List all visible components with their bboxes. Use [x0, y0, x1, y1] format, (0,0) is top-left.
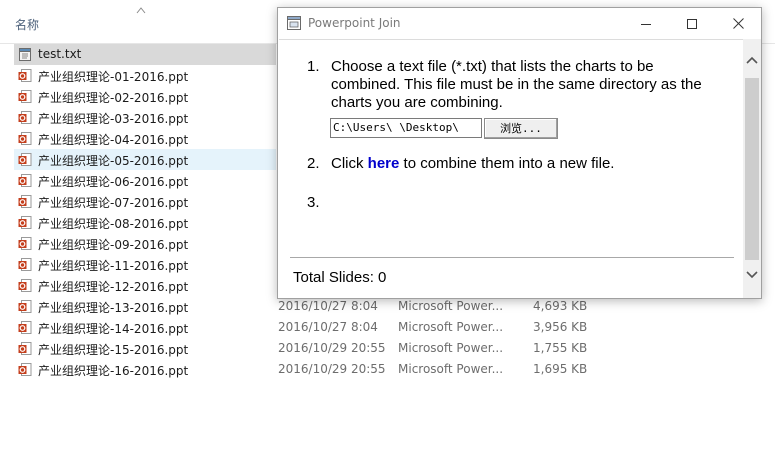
powerpoint-file-icon [18, 174, 32, 187]
dialog-content: 1. Choose a text file (*.txt) that lists… [279, 39, 743, 298]
file-row[interactable]: 产业组织理论-01-2016.ppt [14, 65, 276, 86]
file-type: Microsoft Power... [398, 299, 504, 313]
chevron-down-icon [746, 271, 758, 279]
scroll-thumb[interactable] [745, 78, 759, 260]
minimize-button[interactable] [623, 8, 669, 39]
file-size: 4,693 KB [533, 299, 588, 313]
file-path-input[interactable]: C:\Users\ \Desktop\ [330, 118, 482, 138]
file-row[interactable]: 产业组织理论-15-2016.ppt [14, 338, 276, 359]
powerpoint-file-icon [18, 237, 32, 250]
file-row[interactable]: 产业组织理论-14-2016.ppt [14, 317, 276, 338]
combine-here-link[interactable]: here [368, 155, 400, 172]
file-name: 产业组织理论-09-2016.ppt [38, 238, 189, 252]
maximize-icon [687, 18, 697, 29]
file-name: 产业组织理论-07-2016.ppt [38, 196, 189, 210]
close-icon [732, 18, 744, 29]
file-row[interactable]: 产业组织理论-11-2016.ppt [14, 254, 276, 275]
chevron-up-icon [746, 56, 758, 64]
file-name: 产业组织理论-04-2016.ppt [38, 133, 189, 147]
step-1-text: Choose a text file (*.txt) that lists th… [331, 58, 702, 112]
file-name: 产业组织理论-01-2016.ppt [38, 70, 189, 84]
file-row[interactable]: 产业组织理论-06-2016.ppt [14, 170, 276, 191]
scroll-down-button[interactable] [743, 266, 761, 284]
step-1-line-3: charts you are combining. [331, 94, 503, 111]
file-row[interactable]: 产业组织理论-13-2016.ppt [14, 296, 276, 317]
step-1-line-2: combined. This file must be in the same … [331, 76, 702, 93]
powerpoint-file-icon [18, 132, 32, 145]
powerpoint-file-icon [18, 321, 32, 334]
file-row[interactable]: 产业组织理论-07-2016.ppt [14, 191, 276, 212]
powerpoint-file-icon [18, 342, 32, 355]
powerpoint-file-icon [18, 111, 32, 124]
file-row[interactable]: 产业组织理论-12-2016.ppt [14, 275, 276, 296]
powerpoint-file-icon [18, 258, 32, 271]
minimize-icon [641, 23, 651, 25]
file-type: Microsoft Power... [398, 362, 504, 376]
step-2-text: Click here to combine them into a new fi… [331, 155, 614, 173]
powerpoint-file-icon [18, 195, 32, 208]
title-bar[interactable]: Powerpoint Join [278, 8, 761, 39]
close-button[interactable] [715, 8, 761, 39]
file-name: 产业组织理论-08-2016.ppt [38, 217, 189, 231]
powerpoint-file-icon [18, 279, 32, 292]
powerpoint-file-icon [18, 300, 32, 313]
file-name: 产业组织理论-05-2016.ppt [38, 154, 189, 168]
powerpoint-file-icon [18, 363, 32, 376]
powerpoint-file-icon [18, 153, 32, 166]
vertical-scrollbar[interactable] [743, 39, 761, 298]
step-2-number: 2. [307, 155, 320, 172]
file-date: 2016/10/29 20:55 [278, 362, 386, 376]
content-divider [290, 257, 734, 258]
file-size: 1,755 KB [533, 341, 588, 355]
file-date: 2016/10/29 20:55 [278, 341, 386, 355]
file-size: 3,956 KB [533, 320, 588, 334]
file-row[interactable]: 产业组织理论-04-2016.ppt [14, 128, 276, 149]
powerpoint-file-icon [18, 90, 32, 103]
file-name: 产业组织理论-13-2016.ppt [38, 301, 189, 315]
step-2-suffix: to combine them into a new file. [399, 155, 615, 172]
file-row[interactable]: 产业组织理论-02-2016.ppt [14, 86, 276, 107]
file-name: 产业组织理论-06-2016.ppt [38, 175, 189, 189]
file-row[interactable]: test.txt [14, 44, 276, 65]
step-1-line-1: Choose a text file (*.txt) that lists th… [331, 58, 654, 75]
file-type: Microsoft Power... [398, 320, 504, 334]
file-type: Microsoft Power... [398, 341, 504, 355]
file-name: 产业组织理论-12-2016.ppt [38, 280, 189, 294]
step-1-number: 1. [307, 58, 320, 75]
step-2-prefix: Click [331, 155, 368, 172]
sort-ascending-icon [136, 7, 146, 14]
powerpoint-join-dialog: Powerpoint Join 1. Choose a text file (*… [277, 7, 762, 299]
file-name: 产业组织理论-16-2016.ppt [38, 364, 189, 378]
file-name: 产业组织理论-14-2016.ppt [38, 322, 189, 336]
file-date: 2016/10/27 8:04 [278, 299, 378, 313]
file-name: 产业组织理论-03-2016.ppt [38, 112, 189, 126]
powerpoint-file-icon [18, 216, 32, 229]
window-title: Powerpoint Join [308, 16, 401, 30]
file-name: 产业组织理论-02-2016.ppt [38, 91, 189, 105]
step-3-number: 3. [307, 194, 320, 211]
scroll-up-button[interactable] [743, 51, 761, 69]
file-name: 产业组织理论-15-2016.ppt [38, 343, 189, 357]
maximize-button[interactable] [669, 8, 715, 39]
file-name: 产业组织理论-11-2016.ppt [38, 259, 189, 273]
powerpoint-file-icon [18, 69, 32, 82]
file-row[interactable]: 产业组织理论-03-2016.ppt [14, 107, 276, 128]
total-slides-label: Total Slides: 0 [293, 269, 387, 286]
file-row[interactable]: 产业组织理论-16-2016.ppt [14, 359, 276, 380]
browse-button[interactable]: 浏览... [484, 118, 558, 139]
text-file-icon [19, 48, 31, 61]
file-row[interactable]: 产业组织理论-05-2016.ppt [14, 149, 276, 170]
file-row[interactable]: 产业组织理论-09-2016.ppt [14, 233, 276, 254]
column-name-label[interactable]: 名称 [15, 16, 39, 33]
file-size: 1,695 KB [533, 362, 588, 376]
app-window-icon [287, 16, 301, 30]
file-row[interactable]: 产业组织理论-08-2016.ppt [14, 212, 276, 233]
file-date: 2016/10/27 8:04 [278, 320, 378, 334]
file-name: test.txt [38, 47, 82, 61]
